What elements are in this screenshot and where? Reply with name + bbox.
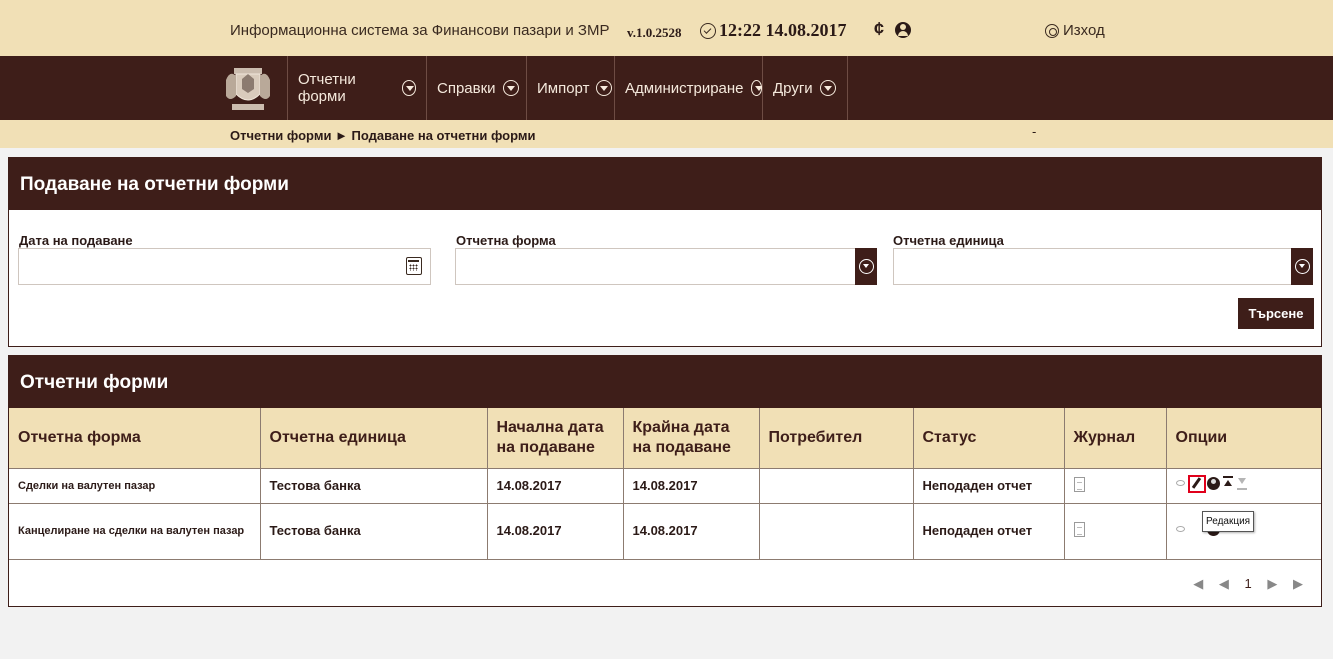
cell-unit: Тестова банка — [260, 502, 488, 560]
pagination: ◀ ◀ 1 ▶ ▶ — [1193, 576, 1309, 592]
main-nav: Отчетни форми Справки Импорт Администрир… — [0, 56, 1333, 120]
first-page-icon[interactable]: ◀ — [1193, 576, 1209, 591]
chevron-down-icon[interactable] — [855, 248, 877, 285]
upload-icon[interactable] — [1222, 476, 1233, 491]
search-panel-title: Подаване на отчетни форми — [9, 158, 1321, 210]
journal-document-icon[interactable] — [1073, 522, 1085, 537]
top-bar: Информационна система за Финансови пазар… — [0, 0, 1333, 56]
nav-item-reporting-forms[interactable]: Отчетни форми — [287, 56, 416, 120]
edit-tooltip: Редакция — [1202, 511, 1254, 532]
view-eye-icon[interactable] — [1175, 525, 1185, 532]
form-select[interactable] — [455, 248, 877, 285]
column-header[interactable]: Журнал — [1064, 408, 1167, 468]
cell-status: Неподаден отчет — [913, 502, 1065, 560]
user-icon[interactable] — [895, 22, 911, 38]
chevron-down-icon[interactable] — [1291, 248, 1313, 285]
edit-pencil-icon[interactable] — [1187, 475, 1206, 493]
journal-document-icon[interactable] — [1073, 476, 1085, 492]
app-title: Информационна система за Финансови пазар… — [230, 22, 610, 39]
cell-start-date: 14.08.2017 — [487, 467, 624, 503]
calendar-icon[interactable] — [406, 257, 422, 275]
table-row: Сделки на валутен пазар Тестова банка 14… — [9, 467, 1321, 503]
user-icon[interactable] — [1206, 477, 1220, 490]
download-icon[interactable] — [1236, 476, 1247, 491]
nav-item-label: Справки — [437, 79, 496, 97]
refresh-icon[interactable]: ¢ — [874, 19, 884, 40]
chevron-down-icon — [596, 80, 613, 96]
column-header[interactable]: Начална дата на подаване — [487, 408, 624, 468]
cell-user — [759, 467, 914, 503]
forms-table: Отчетна форма Отчетна единица Начална да… — [9, 408, 1321, 560]
cell-options — [1166, 467, 1321, 503]
nav-item-administration[interactable]: Администриране — [614, 56, 764, 120]
chevron-down-icon — [401, 80, 416, 96]
column-header[interactable]: Крайна дата на подаване — [623, 408, 760, 468]
column-header[interactable]: Отчетна форма — [9, 408, 261, 468]
cell-start-date: 14.08.2017 — [487, 502, 624, 560]
search-panel: Подаване на отчетни форми Дата на подава… — [8, 157, 1322, 347]
nav-item-label: Отчетни форми — [298, 71, 356, 105]
clock-icon — [700, 23, 716, 39]
last-page-icon[interactable]: ▶ — [1293, 576, 1309, 591]
app-version: v.1.0.2528 — [627, 25, 682, 40]
form-label: Отчетна форма — [456, 233, 556, 248]
nav-item-label: Импорт — [537, 79, 590, 97]
cell-form: Канцелиране на сделки на валутен пазар — [9, 502, 261, 560]
cell-journal — [1064, 502, 1167, 560]
unit-label: Отчетна единица — [893, 233, 1004, 248]
cell-user — [759, 502, 914, 560]
nav-item-import[interactable]: Импорт — [526, 56, 614, 120]
table-header-row: Отчетна форма Отчетна единица Начална да… — [9, 408, 1321, 468]
prev-page-icon[interactable]: ◀ — [1219, 576, 1235, 591]
search-button[interactable]: Търсене — [1238, 298, 1314, 329]
chevron-down-icon — [819, 80, 836, 96]
cell-journal — [1064, 467, 1167, 503]
nav-item-label: Други — [773, 79, 813, 97]
nav-item-reports[interactable]: Справки — [426, 56, 526, 120]
date-label: Дата на подаване — [19, 233, 133, 248]
forms-panel-title: Отчетни форми — [9, 356, 1321, 408]
coat-of-arms-logo[interactable] — [222, 62, 274, 116]
current-datetime: 12:22 14.08.2017 — [719, 20, 847, 40]
nav-divider — [847, 56, 848, 120]
chevron-down-icon — [750, 80, 764, 96]
logout-icon[interactable] — [1045, 24, 1059, 38]
column-header[interactable]: Отчетна единица — [260, 408, 488, 468]
forms-panel: Отчетни форми Отчетна форма Отчетна един… — [8, 355, 1322, 607]
current-page[interactable]: 1 — [1245, 576, 1258, 591]
column-header: Опции — [1166, 408, 1321, 468]
breadcrumb: Отчетни форми ► Подаване на отчетни форм… — [0, 120, 1333, 148]
nav-item-label: Администриране — [625, 79, 744, 97]
table-row: Канцелиране на сделки на валутен пазар Т… — [9, 502, 1321, 560]
next-page-icon[interactable]: ▶ — [1267, 576, 1283, 591]
cell-status: Неподаден отчет — [913, 467, 1065, 503]
chevron-down-icon — [502, 80, 519, 96]
date-field[interactable] — [18, 248, 431, 285]
view-eye-icon[interactable] — [1175, 480, 1185, 486]
nav-item-other[interactable]: Други — [762, 56, 847, 120]
breadcrumb-text[interactable]: Отчетни форми ► Подаване на отчетни форм… — [230, 128, 536, 143]
cell-form: Сделки на валутен пазар — [9, 467, 261, 503]
column-header[interactable]: Статус — [913, 408, 1065, 468]
cell-unit: Тестова банка — [260, 467, 488, 503]
logout-link[interactable]: Изход — [1063, 22, 1105, 39]
breadcrumb-dash: - — [1032, 124, 1037, 139]
cell-end-date: 14.08.2017 — [623, 502, 760, 560]
unit-select[interactable] — [893, 248, 1313, 285]
column-header[interactable]: Потребител — [759, 408, 914, 468]
cell-end-date: 14.08.2017 — [623, 467, 760, 503]
